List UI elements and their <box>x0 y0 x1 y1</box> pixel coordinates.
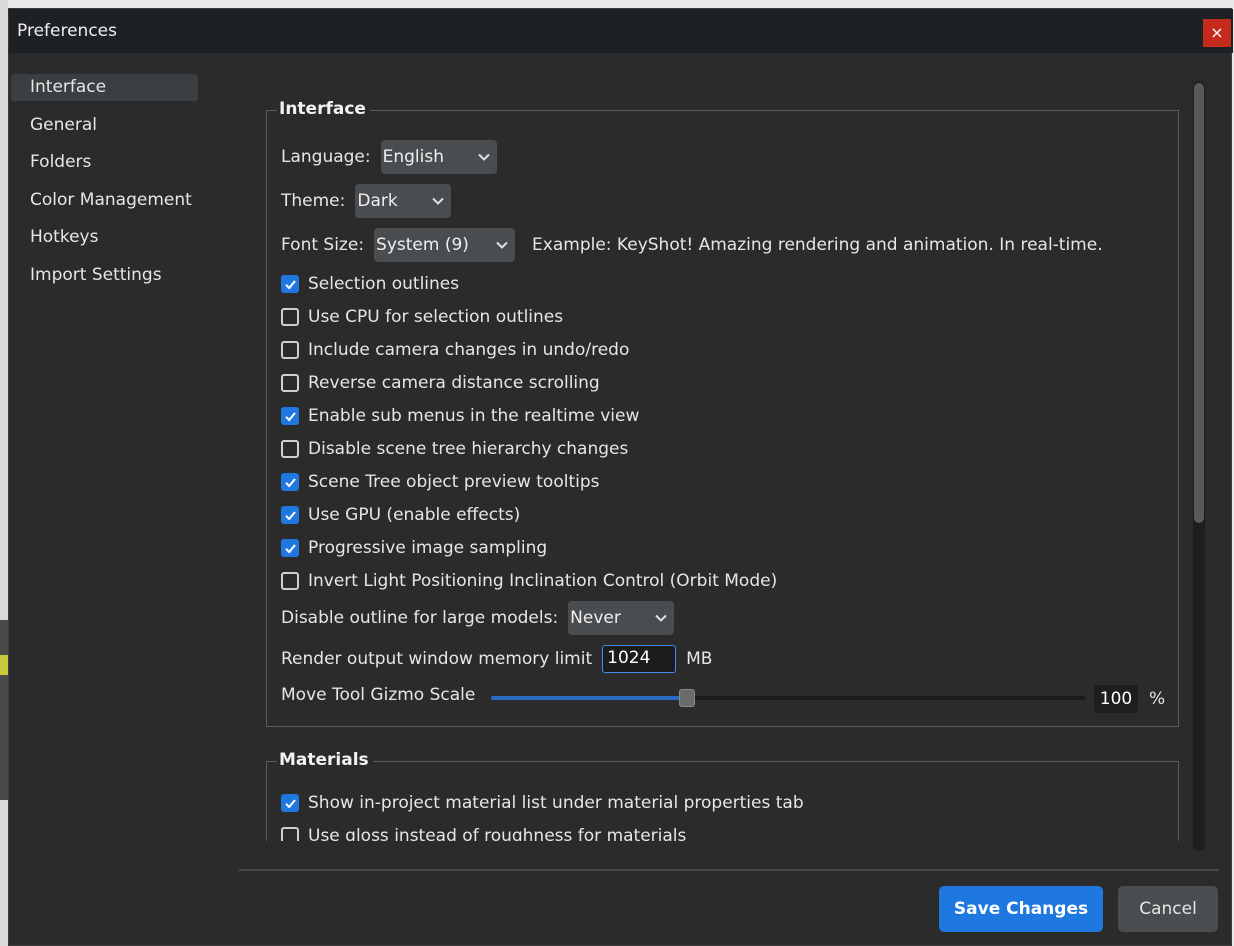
background-accent <box>0 655 8 675</box>
checkbox-label: Selection outlines <box>308 274 460 294</box>
chevron-down-icon <box>477 153 490 161</box>
gizmo-scale-unit: % <box>1149 689 1166 709</box>
checkbox-label: Progressive image sampling <box>308 538 548 558</box>
interface-group: Interface Language: English Theme: Dark … <box>266 99 1179 727</box>
theme-label: Theme: <box>281 191 346 211</box>
checkbox-label: Disable scene tree hierarchy changes <box>308 439 629 459</box>
close-icon: × <box>1210 23 1224 42</box>
checkbox-label: Show in-project material list under mate… <box>308 793 804 813</box>
scrollbar-thumb[interactable] <box>1194 83 1204 523</box>
checkbox-unchecked[interactable] <box>281 572 299 590</box>
interface-group-title: Interface <box>277 99 370 119</box>
memory-limit-label: Render output window memory limit <box>281 649 593 669</box>
settings-panel: Interface Language: English Theme: Dark … <box>239 53 1209 841</box>
checkbox-label: Reverse camera distance scrolling <box>308 373 600 393</box>
memory-limit-input[interactable]: 1024 <box>602 645 677 673</box>
disable-outline-label: Disable outline for large models: <box>281 608 559 628</box>
checkbox-row[interactable]: Reverse camera distance scrolling <box>281 373 600 393</box>
sidebar-item-interface[interactable]: Interface <box>11 74 198 101</box>
checkbox-unchecked[interactable] <box>281 308 299 326</box>
checkbox-row[interactable]: Disable scene tree hierarchy changes <box>281 439 628 459</box>
checkbox-checked[interactable] <box>281 794 299 812</box>
materials-group-title: Materials <box>277 750 373 770</box>
checkmark-icon <box>284 798 296 808</box>
sidebar-item-hotkeys[interactable]: Hotkeys <box>11 224 198 251</box>
checkbox-checked[interactable] <box>281 407 299 425</box>
checkmark-icon <box>284 279 296 289</box>
background-stripe <box>0 620 8 800</box>
cancel-button[interactable]: Cancel <box>1118 886 1218 932</box>
save-changes-button[interactable]: Save Changes <box>939 886 1103 932</box>
sidebar-item-general[interactable]: General <box>11 112 198 139</box>
sidebar: Interface General Folders Color Manageme… <box>9 53 209 913</box>
gizmo-scale-value[interactable]: 100 <box>1094 685 1138 713</box>
checkbox-row[interactable]: Enable sub menus in the realtime view <box>281 406 639 426</box>
memory-limit-row: Render output window memory limit 1024 M… <box>281 645 712 673</box>
checkbox-row[interactable]: Show in-project material list under mate… <box>281 793 804 813</box>
chevron-down-icon <box>655 614 667 622</box>
font-size-label: Font Size: <box>281 235 365 255</box>
theme-row: Theme: Dark <box>281 184 452 218</box>
sidebar-item-import-settings[interactable]: Import Settings <box>11 262 198 289</box>
language-select[interactable]: English <box>380 140 497 174</box>
checkbox-row[interactable]: Progressive image sampling <box>281 538 547 558</box>
font-size-value: System (9) <box>376 235 469 255</box>
checkmark-icon <box>284 411 296 421</box>
checkbox-label: Use gloss instead of roughness for mater… <box>308 826 687 841</box>
footer-divider <box>239 869 1219 871</box>
checkbox-checked[interactable] <box>281 506 299 524</box>
checkmark-icon <box>284 543 296 553</box>
checkbox-checked[interactable] <box>281 539 299 557</box>
sidebar-item-folders[interactable]: Folders <box>11 149 198 176</box>
window-title: Preferences <box>17 21 117 41</box>
disable-outline-value: Never <box>570 608 621 628</box>
checkbox-label: Enable sub menus in the realtime view <box>308 406 640 426</box>
close-button[interactable]: × <box>1203 19 1231 47</box>
checkbox-unchecked[interactable] <box>281 374 299 392</box>
vertical-scrollbar[interactable] <box>1193 81 1205 851</box>
memory-limit-unit: MB <box>686 649 713 669</box>
theme-value: Dark <box>357 191 398 211</box>
checkbox-label: Use GPU (enable effects) <box>308 505 521 525</box>
checkbox-checked[interactable] <box>281 275 299 293</box>
disable-outline-row: Disable outline for large models: Never <box>281 601 675 635</box>
materials-group: Materials Show in-project material list … <box>266 750 1179 841</box>
checkbox-label: Invert Light Positioning Inclination Con… <box>308 571 778 591</box>
slider-handle[interactable] <box>679 689 696 707</box>
checkbox-row[interactable]: Use gloss instead of roughness for mater… <box>281 826 686 841</box>
checkmark-icon <box>284 510 296 520</box>
checkbox-label: Include camera changes in undo/redo <box>308 340 630 360</box>
language-label: Language: <box>281 147 371 167</box>
font-size-select[interactable]: System (9) <box>374 228 516 262</box>
font-size-example: Example: KeyShot! Amazing rendering and … <box>532 235 1103 255</box>
checkbox-label: Use CPU for selection outlines <box>308 307 564 327</box>
slider-fill <box>491 696 688 700</box>
checkbox-label: Scene Tree object preview tooltips <box>308 472 600 492</box>
gizmo-scale-row: Move Tool Gizmo Scale <box>281 685 475 705</box>
checkbox-row[interactable]: Invert Light Positioning Inclination Con… <box>281 571 777 591</box>
preferences-window: Preferences × Interface General Folders … <box>8 8 1233 946</box>
background-desktop <box>0 0 8 946</box>
language-value: English <box>382 147 445 167</box>
checkbox-unchecked[interactable] <box>281 341 299 359</box>
title-bar: Preferences × <box>9 9 1233 53</box>
checkbox-row[interactable]: Include camera changes in undo/redo <box>281 340 629 360</box>
sidebar-item-color-management[interactable]: Color Management <box>11 187 198 214</box>
chevron-down-icon <box>432 197 445 205</box>
checkbox-unchecked[interactable] <box>281 440 299 458</box>
gizmo-scale-label: Move Tool Gizmo Scale <box>281 685 476 705</box>
checkmark-icon <box>284 477 296 487</box>
theme-select[interactable]: Dark <box>355 184 452 218</box>
checkbox-row[interactable]: Scene Tree object preview tooltips <box>281 472 600 492</box>
checkbox-row[interactable]: Use CPU for selection outlines <box>281 307 563 327</box>
checkbox-checked[interactable] <box>281 473 299 491</box>
checkbox-unchecked[interactable] <box>281 827 299 841</box>
disable-outline-select[interactable]: Never <box>568 601 675 635</box>
language-row: Language: English <box>281 140 497 174</box>
font-size-row: Font Size: System (9) Example: KeyShot! … <box>281 228 1103 262</box>
checkbox-row[interactable]: Use GPU (enable effects) <box>281 505 520 525</box>
chevron-down-icon <box>496 241 508 249</box>
checkbox-row[interactable]: Selection outlines <box>281 274 459 294</box>
